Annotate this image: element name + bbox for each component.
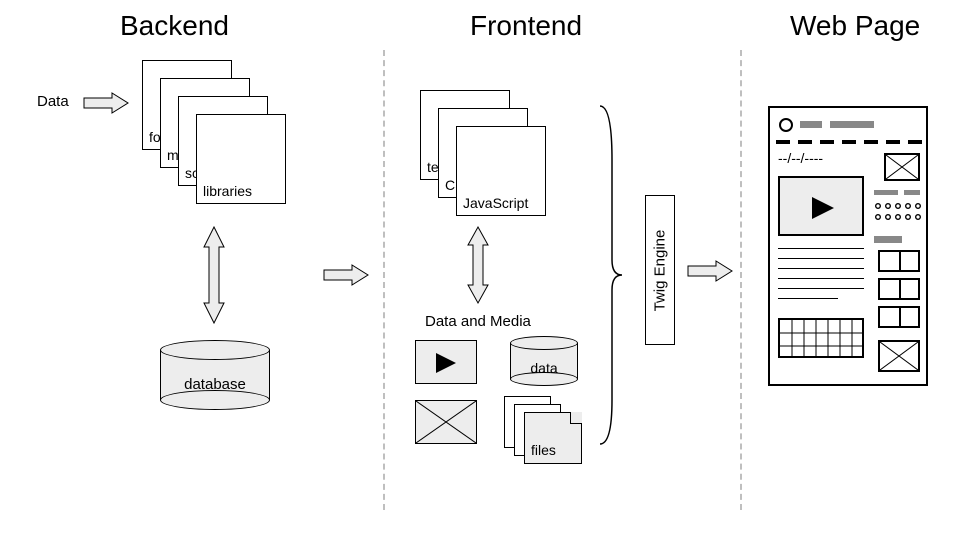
brace-icon [596,100,626,450]
wf-textline [778,248,864,249]
image-x-icon [880,342,918,370]
data-cylinder-label: data [510,360,578,376]
wf-subtitle-bar [830,121,874,128]
image-x-icon [886,155,918,179]
wf-textline [778,298,838,299]
files-card-front: files [524,412,582,464]
media-image-box [415,400,477,444]
section-title-frontend: Frontend [470,10,582,42]
calendar-grid-icon [780,320,862,356]
wf-bar-2 [904,190,920,195]
database-cylinder: database [160,340,270,410]
play-icon [434,351,460,375]
arrow-backend-to-frontend-icon [322,262,372,288]
wf-title-bar [800,121,822,128]
card-javascript: JavaScript [456,126,546,216]
arrow-twig-to-webpage-icon [686,258,736,284]
card-label-javascript: JavaScript [463,195,528,211]
media-play-box [415,340,477,384]
wf-thumb-top [884,153,920,181]
wf-calendar [778,318,864,358]
wf-split-2 [878,278,920,300]
wf-textline [778,288,864,289]
wf-split-3 [878,306,920,328]
wf-date-placeholder: --/--/---- [778,150,823,166]
wf-split-1 [878,250,920,272]
section-title-webpage: Web Page [790,10,920,42]
section-title-backend: Backend [120,10,229,42]
files-label: files [531,442,556,458]
twig-engine-box: Twig Engine [645,195,675,345]
webpage-wireframe: --/--/---- [768,106,928,386]
divider-2 [740,50,742,510]
arrow-frontend-updown-icon [465,225,491,305]
wf-dots-icon [874,202,922,224]
wf-textline [778,258,864,259]
play-icon [810,195,838,221]
wf-video-box [778,176,864,236]
data-and-media-label: Data and Media [425,313,531,330]
twig-engine-label: Twig Engine [652,229,669,311]
arrow-data-in-icon [82,90,132,116]
card-libraries: libraries [196,114,286,204]
wf-textline [778,278,864,279]
wf-bar-3 [874,236,902,243]
wf-textline [778,268,864,269]
data-cylinder: data [510,336,578,386]
data-label: Data [37,93,69,110]
wf-avatar-icon [779,118,793,132]
wf-bar-1 [874,190,898,195]
arrow-backend-updown-icon [201,225,227,325]
card-label-libraries: libraries [203,183,252,199]
wf-thumb-bottom [878,340,920,372]
wf-dashed-row-icon [776,138,922,146]
database-label: database [160,376,270,393]
image-placeholder-icon [416,401,476,443]
divider-1 [383,50,385,510]
